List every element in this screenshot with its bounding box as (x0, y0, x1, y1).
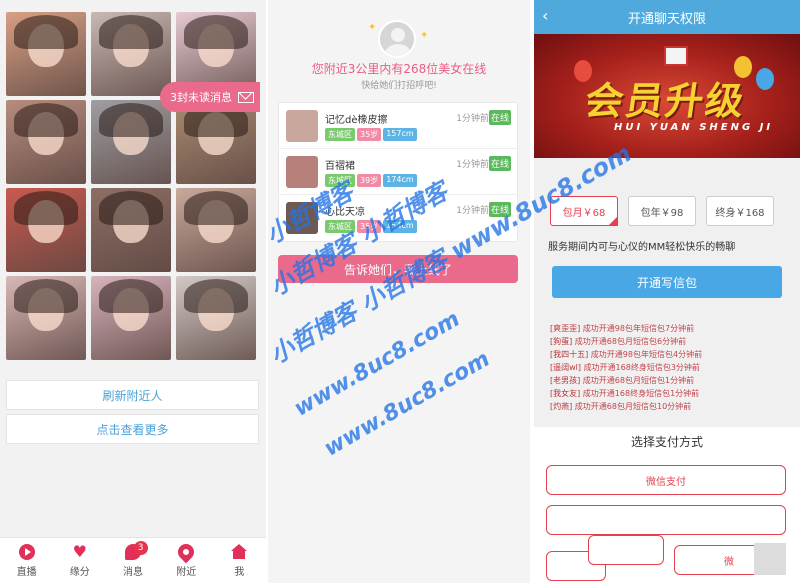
back-arrow-icon[interactable]: ‹ (542, 6, 548, 25)
height-tag: 157cm (383, 128, 417, 141)
location-icon (174, 540, 198, 563)
tab-nearby[interactable]: 附近 (160, 538, 213, 583)
location-tag: 东城区 (325, 128, 355, 141)
log-item: [爽歪歪] 成功开通98包年短信包7分钟前 (550, 324, 695, 333)
user-photo[interactable] (91, 276, 171, 360)
user-photo[interactable] (176, 276, 256, 360)
default-avatar (378, 20, 416, 58)
load-more-button[interactable]: 点击查看更多 (6, 414, 259, 444)
plan-lifetime-option[interactable]: 终身￥168 (706, 196, 774, 226)
tab-me[interactable]: 我 (213, 538, 266, 583)
payment-option-button[interactable] (546, 505, 786, 535)
payment-sheet-title: 选择支付方式 (630, 435, 703, 449)
user-photo[interactable] (176, 100, 256, 184)
bottom-tab-bar: 直播 ♥ 缘分 3 消息 附近 我 (0, 537, 266, 583)
envelope-icon (238, 91, 254, 103)
log-item: [灼燕] 成功开通68包月短信包10分钟前 (550, 402, 692, 411)
refresh-nearby-button[interactable]: 刷新附近人 (6, 380, 259, 410)
user-photo[interactable] (6, 100, 86, 184)
user-photo[interactable] (176, 188, 256, 272)
tab-fate[interactable]: ♥ 缘分 (53, 538, 106, 583)
tab-label: 附近 (176, 566, 197, 578)
log-item: [狗蛋] 成功开通68包月短信包6分钟前 (550, 337, 687, 346)
log-item: [我女友] 成功开通168终身短信包1分钟前 (550, 389, 700, 398)
user-photo[interactable] (6, 12, 86, 96)
tab-label: 缘分 (69, 566, 90, 578)
heart-icon: ♥ (72, 541, 87, 561)
service-description: 服务期间内可与心仪的MM轻松快乐的畅聊 (548, 242, 736, 253)
last-active: 1分钟前 (456, 114, 489, 124)
overlay-block (754, 543, 786, 575)
age-tag: 35岁 (357, 128, 382, 141)
banner-title: 会员升级 (582, 78, 749, 123)
tab-label: 消息 (123, 566, 143, 578)
nearby-photos-panel: 3封未读消息 刷新附近人 点击查看更多 直播 ♥ 缘分 3 消息 附近 我 (0, 0, 266, 583)
home-icon (231, 543, 248, 559)
user-photo[interactable] (6, 276, 86, 360)
log-item: [我四十五] 成功开通98包年短信包4分钟前 (550, 350, 703, 359)
user-photo[interactable] (91, 188, 171, 272)
open-package-button[interactable]: 开通写信包 (552, 266, 782, 298)
payment-sheet: 选择支付方式 微信支付 微 (534, 427, 800, 583)
unread-badge: 3 (133, 541, 148, 555)
avatar (286, 110, 318, 142)
user-photo[interactable] (91, 12, 171, 96)
play-icon (18, 543, 35, 560)
user-photo[interactable] (91, 100, 171, 184)
upgrade-panel: ‹ 开通聊天权限 会员升级 HUI YUAN SHENG JI 包月￥68 包年… (534, 0, 800, 583)
sparkle-icon: ✦ (368, 22, 377, 33)
nearby-subtitle: 快给她们打招呼吧! (361, 81, 437, 91)
plan-yearly-option[interactable]: 包年￥98 (628, 196, 696, 226)
sparkle-icon: ✦ (420, 30, 429, 41)
unread-messages-button[interactable]: 3封未读消息 (160, 82, 260, 112)
balloon-icon (756, 68, 774, 90)
vip-upgrade-banner: 会员升级 HUI YUAN SHENG JI (534, 34, 800, 158)
wechat-pay-button[interactable]: 微信支付 (546, 465, 786, 495)
last-active: 1分钟前 (456, 160, 489, 170)
unread-messages-label: 3封未读消息 (170, 91, 232, 104)
page-title: 开通聊天权限 (627, 11, 706, 27)
user-name: 百褶裙 (325, 161, 355, 172)
status-badge: 在线 (488, 156, 511, 171)
plan-options: 包月￥68 包年￥98 终身￥168 (550, 196, 774, 226)
payment-option-button[interactable] (588, 535, 664, 565)
list-item[interactable]: 记忆dè橡皮擦 1分钟前 在线 东城区 35岁 157cm (279, 103, 517, 149)
tab-label: 直播 (16, 566, 37, 578)
log-item: [遥阔wl] 成功开通168终身短信包3分钟前 (550, 363, 700, 372)
log-item: [老男孩] 成功开通68包月短信包1分钟前 (550, 376, 695, 385)
purchase-log: [爽歪歪] 成功开通98包年短信包7分钟前 [狗蛋] 成功开通68包月短信包6分… (550, 322, 790, 413)
user-name: 记忆dè橡皮擦 (325, 115, 388, 126)
user-photo[interactable] (6, 188, 86, 272)
banner-subtitle: HUI YUAN SHENG JI (614, 122, 774, 133)
age-tag: 39岁 (357, 174, 382, 187)
photo-grid (6, 12, 256, 362)
tab-label: 我 (234, 566, 245, 578)
tab-live[interactable]: 直播 (0, 538, 53, 583)
app-screenshot: 3封未读消息 刷新附近人 点击查看更多 直播 ♥ 缘分 3 消息 附近 我 ✦ … (0, 0, 800, 583)
status-badge: 在线 (488, 110, 511, 125)
gift-box-icon (664, 46, 688, 66)
nearby-count-title: 您附近3公里内有268位美女在线 (311, 62, 487, 76)
avatar (286, 156, 318, 188)
tab-messages[interactable]: 3 消息 (106, 538, 159, 583)
nav-bar: ‹ 开通聊天权限 (534, 0, 800, 34)
